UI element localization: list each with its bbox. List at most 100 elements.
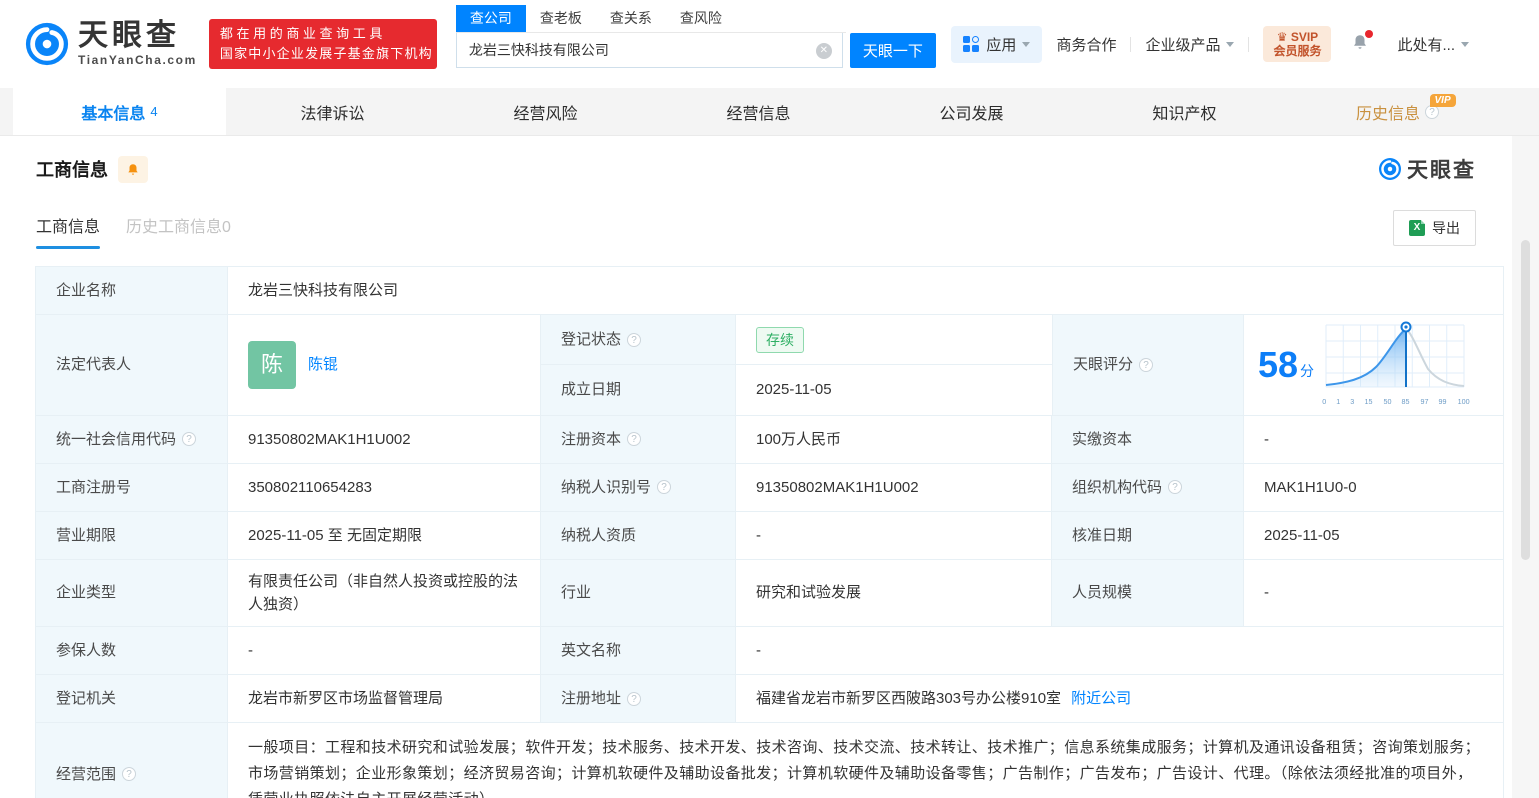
field-label: 行业 bbox=[541, 559, 736, 627]
subtab-business-info[interactable]: 工商信息 bbox=[36, 213, 101, 249]
help-icon[interactable]: ? bbox=[182, 432, 197, 447]
table-body-rows: 统一社会信用代码? 91350802MAK1H1U002 注册资本? 100万人民币实… bbox=[36, 415, 1503, 724]
field-label: 法定代表人 bbox=[36, 315, 228, 415]
help-icon[interactable]: ? bbox=[657, 480, 672, 495]
score-unit: 分 bbox=[1300, 362, 1315, 379]
tab-company-development[interactable]: 公司发展 bbox=[865, 88, 1078, 135]
chart-tick: 0 bbox=[1322, 397, 1327, 406]
tab-operational-risk[interactable]: 经营风险 bbox=[439, 88, 652, 135]
field-label: 统一社会信用代码? bbox=[36, 415, 228, 463]
apps-label: 应用 bbox=[986, 36, 1017, 54]
main-content: 工商信息 天眼查 工商信息 历史工商信息0 X 导出 企业名称 龙岩三快科技有限… bbox=[0, 136, 1512, 798]
field-label: 实缴资本 bbox=[1052, 415, 1244, 463]
apps-grid-icon bbox=[963, 36, 980, 52]
brand-name: 天眼查 bbox=[78, 19, 180, 52]
tianyancha-eye-icon bbox=[25, 22, 69, 66]
field-label: 参保人数 bbox=[36, 627, 228, 675]
field-value: 一般项目：工程和技术研究和试验发展；软件开发；技术服务、技术开发、技术咨询、技术… bbox=[248, 739, 1481, 798]
search-input[interactable] bbox=[455, 33, 843, 68]
field-value: - bbox=[756, 642, 761, 660]
search-button[interactable]: 天眼一下 bbox=[849, 33, 936, 68]
tianyancha-eye-icon bbox=[1379, 158, 1401, 180]
svip-membership-button[interactable]: ♛ SVIP 会员服务 bbox=[1263, 26, 1332, 62]
chevron-down-icon bbox=[1461, 41, 1469, 47]
chart-tick: 85 bbox=[1401, 397, 1410, 406]
field-value: 2025-11-05 bbox=[1264, 526, 1340, 544]
export-button[interactable]: X 导出 bbox=[1393, 210, 1476, 246]
tab-history-info[interactable]: 历史信息 ? VIP bbox=[1291, 88, 1504, 135]
help-icon[interactable]: ? bbox=[122, 767, 137, 782]
nearby-companies-link[interactable]: 附近公司 bbox=[1071, 687, 1131, 710]
field-label: 组织机构代码? bbox=[1052, 463, 1244, 511]
business-info-table: 企业名称 龙岩三快科技有限公司 法定代表人 陈 陈锟 登记状态? 存续 成立日期… bbox=[35, 266, 1504, 798]
clear-search-icon[interactable]: ✕ bbox=[815, 43, 832, 59]
help-icon[interactable]: ? bbox=[627, 691, 642, 706]
chart-axis-ticks: 0 1 3 15 50 85 97 99 100 bbox=[1320, 396, 1472, 408]
search-tab-boss[interactable]: 查老板 bbox=[526, 5, 596, 32]
legal-rep-link[interactable]: 陈锟 bbox=[308, 353, 338, 376]
search-tab-company[interactable]: 查公司 bbox=[455, 5, 526, 32]
scrollbar-thumb[interactable] bbox=[1521, 240, 1530, 560]
tab-business-info[interactable]: 经营信息 bbox=[652, 88, 865, 135]
nav-cooperation[interactable]: 商务合作 bbox=[1056, 34, 1116, 55]
tab-legal-litigation[interactable]: 法律诉讼 bbox=[226, 88, 439, 135]
brand-logo[interactable]: 天眼查 TianYanCha.com bbox=[24, 21, 197, 67]
score-cell: 58 分 0 1 3 15 50 85 97 99 100 bbox=[1244, 315, 1503, 415]
field-value: 350802110654283 bbox=[228, 463, 541, 511]
field-label: 营业期限 bbox=[36, 511, 228, 559]
svip-line-1: ♛ SVIP bbox=[1276, 30, 1319, 44]
legal-rep-cell: 陈 陈锟 bbox=[228, 315, 541, 415]
field-value: - bbox=[228, 627, 541, 675]
apps-menu-button[interactable]: 应用 bbox=[951, 25, 1043, 63]
score-value: 58 bbox=[1258, 343, 1299, 385]
watermark-text: 天眼查 bbox=[1407, 159, 1476, 182]
chevron-down-icon bbox=[1226, 41, 1235, 47]
chart-tick: 15 bbox=[1364, 397, 1373, 406]
field-label: 经营范围? bbox=[36, 723, 228, 798]
promo-banner: 都 在 用 的 商 业 查 询 工 具 国家中小企业发展子基金旗下机构 bbox=[208, 19, 437, 69]
company-tab-bar: 基本信息 4 法律诉讼 经营风险 经营信息 公司发展 知识产权 历史信息 ? V… bbox=[0, 88, 1539, 136]
user-menu[interactable]: 此处有... bbox=[1397, 34, 1469, 55]
chevron-down-icon bbox=[1022, 41, 1031, 47]
enterprise-label: 企业级产品 bbox=[1145, 36, 1221, 54]
avatar[interactable]: 陈 bbox=[248, 340, 296, 389]
field-label: 人员规模 bbox=[1052, 559, 1244, 627]
tab-intellectual-property[interactable]: 知识产权 bbox=[1078, 88, 1291, 135]
tab-basic-info[interactable]: 基本信息 4 bbox=[13, 88, 226, 135]
table-row: 经营范围? 一般项目：工程和技术研究和试验发展；软件开发；技术服务、技术开发、技… bbox=[36, 723, 1503, 798]
field-value: 91350802MAK1H1U002 bbox=[736, 463, 1052, 511]
scrollbar-track[interactable] bbox=[1512, 136, 1539, 798]
search-tab-relation[interactable]: 查关系 bbox=[596, 5, 666, 32]
tab-count: 4 bbox=[150, 104, 158, 119]
search-tab-risk[interactable]: 查风险 bbox=[666, 5, 736, 32]
promo-line-1: 都 在 用 的 商 业 查 询 工 具 bbox=[219, 26, 383, 41]
field-value: 91350802MAK1H1U002 bbox=[228, 415, 541, 463]
field-value: 龙岩市新罗区市场监督管理局 bbox=[228, 675, 541, 723]
field-label: 纳税人资质 bbox=[541, 511, 736, 559]
user-menu-label: 此处有... bbox=[1397, 36, 1455, 54]
field-label: 工商注册号 bbox=[36, 463, 228, 511]
notifications-bell-icon[interactable] bbox=[1351, 29, 1374, 56]
field-value: - bbox=[736, 511, 1052, 559]
field-label: 天眼评分? bbox=[1052, 315, 1244, 415]
field-label: 登记机关 bbox=[36, 675, 228, 723]
top-navigation: 应用 商务合作 企业级产品 ♛ SVIP 会员服务 此处有... bbox=[951, 25, 1483, 63]
subtab-history-business-info[interactable]: 历史工商信息0 bbox=[126, 213, 231, 249]
field-value: 2025-11-05 至 无固定期限 bbox=[228, 511, 541, 559]
chart-tick: 99 bbox=[1438, 397, 1447, 406]
help-icon[interactable]: ? bbox=[627, 332, 642, 347]
help-icon[interactable]: ? bbox=[627, 432, 642, 447]
chart-tick: 3 bbox=[1350, 397, 1355, 406]
table-row: 登记机关 龙岩市新罗区市场监督管理局 注册地址? 福建省龙岩市新罗区西陂路303号办公… bbox=[36, 675, 1503, 724]
field-value: 研究和试验发展 bbox=[736, 559, 1052, 627]
monitor-bell-icon[interactable] bbox=[118, 155, 148, 183]
table-row: 企业类型 有限责任公司（非自然人投资或控股的法人独资） 行业 研究和试验发展 人员规模 - bbox=[36, 559, 1503, 628]
help-icon[interactable]: ? bbox=[1139, 357, 1154, 372]
help-icon[interactable]: ? bbox=[1168, 480, 1183, 495]
search-tabs: 查公司 查老板 查关系 查风险 bbox=[455, 5, 846, 33]
field-value: 有限责任公司（非自然人投资或控股的法人独资） bbox=[228, 559, 541, 627]
brand-watermark: 天眼查 bbox=[1378, 154, 1476, 184]
field-label: 核准日期 bbox=[1052, 511, 1244, 559]
nav-enterprise-products[interactable]: 企业级产品 bbox=[1145, 34, 1235, 55]
score-distribution-chart: 0 1 3 15 50 85 97 99 100 bbox=[1320, 321, 1472, 409]
